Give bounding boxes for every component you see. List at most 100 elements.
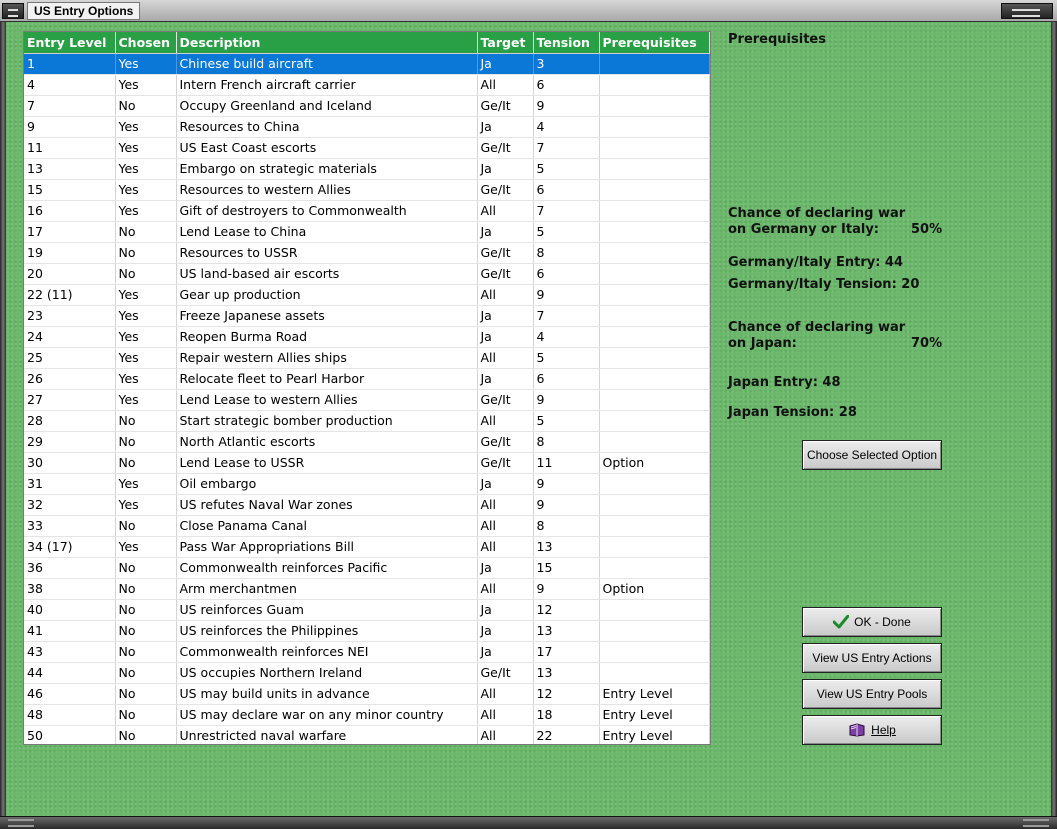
cell-description: Repair western Allies ships: [176, 347, 478, 369]
view-us-entry-pools-button[interactable]: View US Entry Pools: [802, 679, 942, 709]
cell-chosen: Yes: [115, 536, 177, 558]
table-row[interactable]: 31 Yes Oil embargo Ja 9: [24, 473, 710, 495]
cell-target: Ge/It: [477, 452, 534, 474]
table-row[interactable]: 27 Yes Lend Lease to western Allies Ge/It 9: [24, 389, 710, 411]
table-row[interactable]: 20 No US land-based air escorts Ge/It 6: [24, 263, 710, 285]
table-row[interactable]: 41 No US reinforces the Philippines Ja 13: [24, 620, 710, 642]
cell-tension: 3: [533, 53, 600, 75]
view-us-entry-actions-button[interactable]: View US Entry Actions: [802, 643, 942, 673]
table-row[interactable]: 1 Yes Chinese build aircraft Ja 3: [24, 53, 710, 75]
cell-tension: 12: [533, 599, 600, 621]
table-row[interactable]: 46 No US may build units in advance All 12 En…: [24, 683, 710, 705]
table-row[interactable]: 34 (17) Yes Pass War Appropriations Bill Al…: [24, 536, 710, 558]
cell-tension: 9: [533, 389, 600, 411]
cell-prerequisites: [599, 662, 710, 684]
cell-prerequisites: [599, 389, 710, 411]
table-row[interactable]: 30 No Lend Lease to USSR Ge/It 11 Option: [24, 452, 710, 474]
table-row[interactable]: 4 Yes Intern French aircraft carrier All 6: [24, 74, 710, 96]
column-header-target[interactable]: Target: [477, 32, 534, 54]
table-row[interactable]: 29 No North Atlantic escorts Ge/It 8: [24, 431, 710, 453]
column-header-prerequisites[interactable]: Prerequisites: [599, 32, 710, 54]
column-header-tension[interactable]: Tension: [533, 32, 600, 54]
cell-chosen: Yes: [115, 305, 177, 327]
table-row[interactable]: 40 No US reinforces Guam Ja 12: [24, 599, 710, 621]
table-row[interactable]: 28 No Start strategic bomber production All…: [24, 410, 710, 432]
cell-tension: 4: [533, 116, 600, 138]
cell-prerequisites: [599, 410, 710, 432]
cell-tension: 5: [533, 410, 600, 432]
cell-prerequisites: Entry Level: [599, 683, 710, 705]
cell-entry-level: 33: [24, 515, 116, 537]
cell-description: Chinese build aircraft: [176, 53, 478, 75]
cell-tension: 4: [533, 326, 600, 348]
table-row[interactable]: 50 No Unrestricted naval warfare All 22 Entry…: [24, 725, 710, 744]
window-close-icon[interactable]: [1001, 3, 1053, 19]
window-frame-right: [1051, 22, 1057, 829]
cell-target: Ja: [477, 53, 534, 75]
cell-chosen: No: [115, 95, 177, 117]
table-row[interactable]: 44 No US occupies Northern Ireland Ge/It 13: [24, 662, 710, 684]
cell-chosen: Yes: [115, 74, 177, 96]
cell-tension: 9: [533, 95, 600, 117]
table-row[interactable]: 38 No Arm merchantmen All 9 Option: [24, 578, 710, 600]
title-bar: US Entry Options: [0, 0, 1057, 22]
column-header-entry-level[interactable]: Entry Level: [24, 32, 116, 54]
table-row[interactable]: 7 No Occupy Greenland and Iceland Ge/It 9: [24, 95, 710, 117]
table-row[interactable]: 22 (11) Yes Gear up production All 9: [24, 284, 710, 306]
cell-description: Pass War Appropriations Bill: [176, 536, 478, 558]
table-row[interactable]: 32 Yes US refutes Naval War zones All 9: [24, 494, 710, 516]
table-header-row: Entry Level Chosen Description Target Te…: [24, 32, 710, 54]
table-row[interactable]: 11 Yes US East Coast escorts Ge/It 7: [24, 137, 710, 159]
cell-prerequisites: Option: [599, 578, 710, 600]
table-row[interactable]: 25 Yes Repair western Allies ships All 5: [24, 347, 710, 369]
cell-chosen: No: [115, 725, 177, 744]
choose-selected-option-button[interactable]: Choose Selected Option: [802, 440, 942, 470]
table-row[interactable]: 16 Yes Gift of destroyers to Commonwealth A…: [24, 200, 710, 222]
cell-entry-level: 28: [24, 410, 116, 432]
table-row[interactable]: 15 Yes Resources to western Allies Ge/It 6: [24, 179, 710, 201]
table-row[interactable]: 36 No Commonwealth reinforces Pacific Ja 15: [24, 557, 710, 579]
cell-description: Gear up production: [176, 284, 478, 306]
cell-tension: 13: [533, 620, 600, 642]
cell-target: Ge/It: [477, 389, 534, 411]
table-row[interactable]: 23 Yes Freeze Japanese assets Ja 7: [24, 305, 710, 327]
table-row[interactable]: 17 No Lend Lease to China Ja 5: [24, 221, 710, 243]
table-row[interactable]: 48 No US may declare war on any minor coun…: [24, 704, 710, 726]
cell-prerequisites: [599, 95, 710, 117]
column-header-chosen[interactable]: Chosen: [115, 32, 177, 54]
cell-prerequisites: [599, 200, 710, 222]
window-frame-bottom: [0, 816, 1057, 829]
cell-chosen: Yes: [115, 53, 177, 75]
cell-prerequisites: [599, 221, 710, 243]
table-row[interactable]: 26 Yes Relocate fleet to Pearl Harbor Ja 6: [24, 368, 710, 390]
cell-tension: 17: [533, 641, 600, 663]
cell-chosen: No: [115, 431, 177, 453]
resize-grip-right-icon[interactable]: [1023, 819, 1049, 827]
japan-chance-line1: Chance of declaring war: [728, 320, 906, 335]
cell-description: Resources to USSR: [176, 242, 478, 264]
cell-entry-level: 30: [24, 452, 116, 474]
table-row[interactable]: 19 No Resources to USSR Ge/It 8: [24, 242, 710, 264]
cell-tension: 5: [533, 347, 600, 369]
cell-prerequisites: [599, 599, 710, 621]
cell-description: Lend Lease to USSR: [176, 452, 478, 474]
resize-grip-left-icon[interactable]: [8, 819, 34, 827]
cell-target: Ja: [477, 305, 534, 327]
table-row[interactable]: 24 Yes Reopen Burma Road Ja 4: [24, 326, 710, 348]
cell-description: US East Coast escorts: [176, 137, 478, 159]
cell-description: Occupy Greenland and Iceland: [176, 95, 478, 117]
table-row[interactable]: 43 No Commonwealth reinforces NEI Ja 17: [24, 641, 710, 663]
window-menu-icon[interactable]: [2, 3, 24, 19]
table-row[interactable]: 33 No Close Panama Canal All 8: [24, 515, 710, 537]
help-button[interactable]: Help: [802, 715, 942, 745]
cell-chosen: Yes: [115, 158, 177, 180]
ok-done-button[interactable]: OK - Done: [802, 607, 942, 637]
column-header-description[interactable]: Description: [176, 32, 478, 54]
cell-tension: 9: [533, 494, 600, 516]
table-row[interactable]: 13 Yes Embargo on strategic materials Ja 5: [24, 158, 710, 180]
cell-entry-level: 16: [24, 200, 116, 222]
table-row[interactable]: 9 Yes Resources to China Ja 4: [24, 116, 710, 138]
cell-chosen: No: [115, 557, 177, 579]
cell-description: US may declare war on any minor country: [176, 704, 478, 726]
cell-tension: 7: [533, 305, 600, 327]
